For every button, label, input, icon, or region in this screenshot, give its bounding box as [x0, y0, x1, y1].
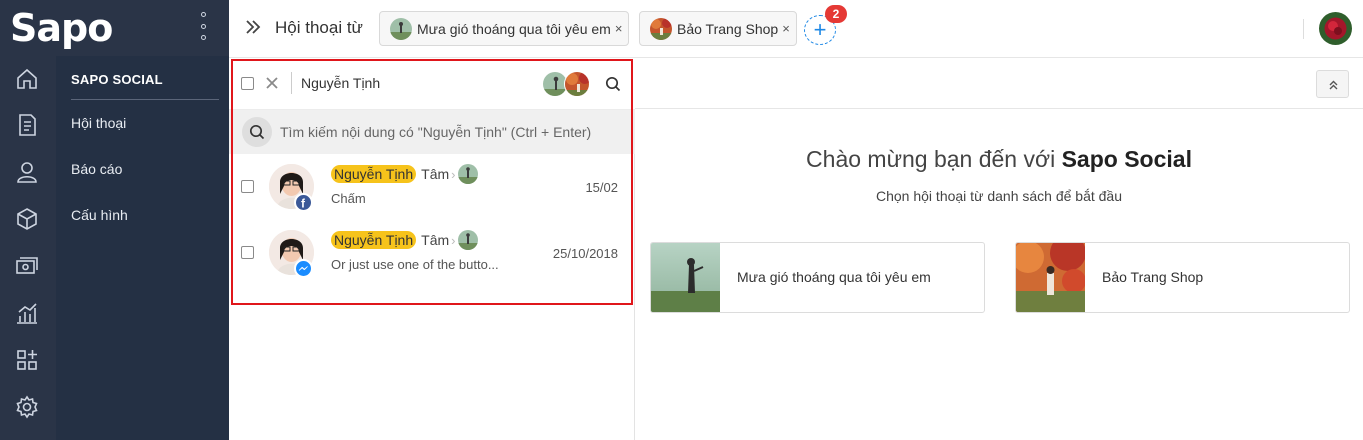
content-search-bar[interactable]: Tìm kiếm nội dung có "Nguyễn Tịnh" (Ctrl… [229, 110, 635, 154]
conversation-list-panel: Nguyễn Tịnh Tìm kiếm nội dung có "Nguyễn… [229, 58, 635, 440]
svg-text:f: f [301, 197, 306, 211]
search-separator [291, 72, 292, 94]
menu-item-conversations[interactable]: Hội thoại [71, 115, 126, 131]
assigned-staff: Tâm [421, 166, 450, 182]
search-icon[interactable] [605, 76, 621, 92]
search-input[interactable]: Nguyễn Tịnh [301, 75, 380, 91]
collapse-button[interactable] [1316, 70, 1349, 98]
sapo-logo[interactable]: Sapo [10, 6, 113, 50]
chevron-right-icon: › [451, 232, 456, 248]
main-toolbar [635, 58, 1363, 109]
page-card-bao-trang[interactable]: Bảo Trang Shop [1015, 242, 1350, 313]
welcome-title: Chào mừng bạn đến với Sapo Social [635, 146, 1363, 173]
conversation-row[interactable]: Nguyễn Tịnh Tâm › Or just use one of the… [229, 220, 635, 286]
customer-icon[interactable] [14, 159, 40, 185]
facebook-icon: f [294, 193, 313, 212]
page-avatar-bao-trang [564, 71, 590, 97]
conversation-title: Nguyễn Tịnh Tâm › [331, 164, 479, 184]
page-card-mua-gio[interactable]: Mưa gió thoáng qua tôi yêu em [650, 242, 985, 313]
conversation-date: 15/02 [585, 180, 618, 195]
apps-icon[interactable] [14, 347, 40, 373]
welcome-subtitle: Chọn hội thoại từ danh sách để bắt đầu [876, 188, 1122, 204]
menu-item-settings[interactable]: Cấu hình [71, 207, 128, 223]
last-message-preview: Chấm [331, 191, 366, 206]
top-bar: Hội thoại từ Mưa gió thoáng qua tôi yêu … [229, 0, 1363, 58]
page-tab-label: Mưa gió thoáng qua tôi yêu em [417, 20, 611, 37]
page-thumbnail [1016, 243, 1085, 312]
notification-badge: 2 [825, 5, 847, 23]
chevron-right-icon: › [451, 166, 456, 182]
sapo-social-menu: SAPO SOCIAL Hội thoại Báo cáo Cấu hình [56, 56, 229, 440]
product-icon[interactable] [14, 206, 40, 232]
top-divider [1303, 19, 1304, 39]
search-header: Nguyễn Tịnh [229, 58, 635, 110]
page-card-label: Mưa gió thoáng qua tôi yêu em [737, 269, 931, 285]
page-tab-bao-trang[interactable]: Bảo Trang Shop × [639, 11, 797, 46]
kebab-menu-icon[interactable] [198, 12, 208, 40]
content-search-button[interactable] [242, 117, 272, 147]
conversation-checkbox[interactable] [241, 246, 254, 259]
cashbook-icon[interactable] [14, 253, 40, 279]
menu-item-reports[interactable]: Báo cáo [71, 161, 122, 177]
last-message-preview: Or just use one of the butto... [331, 257, 499, 272]
app-root: Sapo SAPO SOCIAL Hội thoại Báo cáo Cấu h… [0, 0, 1363, 440]
page-filter-avatars[interactable] [542, 71, 592, 97]
home-icon[interactable] [14, 66, 40, 92]
page-card-label: Bảo Trang Shop [1102, 269, 1204, 285]
orders-icon[interactable] [14, 112, 40, 138]
page-tab-label: Bảo Trang Shop [677, 20, 779, 37]
page-avatar-mua-gio [458, 230, 479, 250]
select-all-checkbox[interactable] [241, 77, 254, 90]
page-avatar-mua-gio [458, 164, 479, 184]
page-tab-mua-gio[interactable]: Mưa gió thoáng qua tôi yêu em × [379, 11, 630, 46]
conversation-checkbox[interactable] [241, 180, 254, 193]
user-avatar[interactable] [1319, 12, 1352, 45]
report-icon[interactable] [14, 300, 40, 326]
messenger-icon [294, 259, 313, 278]
double-chevron-right-icon[interactable] [244, 17, 262, 37]
customer-name: Nguyễn Tịnh [331, 165, 417, 183]
clear-search-icon[interactable] [265, 76, 279, 90]
icon-rail [0, 56, 56, 440]
close-icon[interactable]: × [782, 21, 790, 36]
assigned-staff: Tâm [421, 232, 450, 248]
customer-name: Nguyễn Tịnh [331, 231, 417, 249]
settings-icon[interactable] [14, 394, 40, 420]
page-title: Hội thoại từ [275, 18, 363, 37]
logo-bar: Sapo [0, 0, 229, 56]
conversation-title: Nguyễn Tịnh Tâm › [331, 230, 479, 250]
welcome-prefix: Chào mừng bạn đến với [806, 146, 1056, 172]
page-avatar-mua-gio [390, 17, 412, 40]
content-search-hint: Tìm kiếm nội dung có "Nguyễn Tịnh" (Ctrl… [280, 124, 592, 140]
page-thumbnail [651, 243, 720, 312]
conversation-row[interactable]: f Nguyễn Tịnh Tâm › Chấm 15/02 [229, 154, 635, 220]
page-avatar-bao-trang [650, 17, 672, 40]
module-title: SAPO SOCIAL [71, 72, 163, 87]
close-icon[interactable]: × [615, 21, 623, 36]
conversation-date: 25/10/2018 [552, 246, 618, 261]
menu-divider [71, 99, 219, 100]
welcome-brand: Sapo Social [1061, 146, 1192, 172]
main-panel: Chào mừng bạn đến với Sapo Social Chọn h… [635, 58, 1363, 440]
